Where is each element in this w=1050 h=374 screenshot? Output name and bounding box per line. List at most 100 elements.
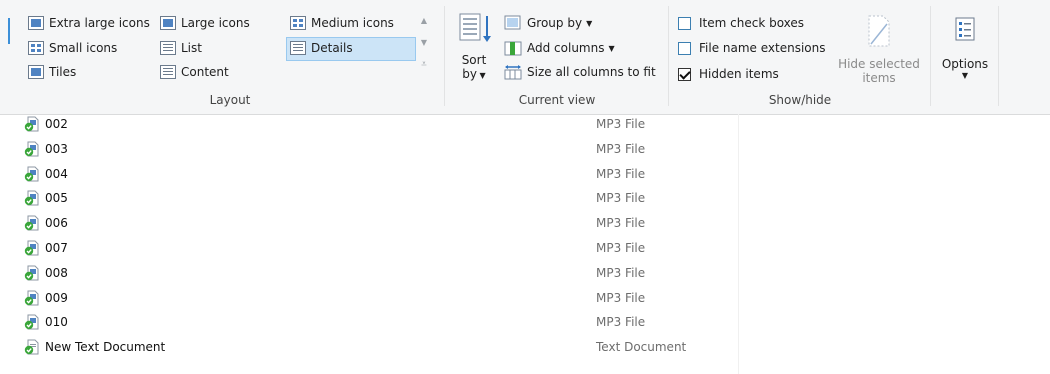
options-icon [955,17,975,41]
file-type: MP3 File [596,290,646,305]
layout-gallery-scroll[interactable]: ▲ ▼ ⩡ [417,10,431,78]
small-icons-label: Small icons [49,41,118,55]
audio-file-sync-icon [24,290,39,306]
layout-tiles[interactable]: Tiles [28,61,76,83]
file-row[interactable]: 002 MP3 File [0,112,740,136]
sort-by-button[interactable]: Sort by ▼ [454,12,494,90]
layout-small-icons[interactable]: Small icons [28,37,117,59]
file-name: 002 [45,117,68,131]
file-type: MP3 File [596,241,646,255]
dropdown-arrow-icon: ▼ [586,18,593,28]
layout-medium-icons[interactable]: Medium icons [290,12,394,34]
file-name: 008 [45,265,68,280]
add-columns-button[interactable]: Add columns ▼ [504,37,615,59]
item-check-boxes-toggle[interactable]: Item check boxes [678,12,804,34]
hide-selected-items-icon [868,15,890,47]
file-row[interactable]: New Text Document Text Document [0,335,740,359]
layout-group-label: Layout [209,93,251,107]
text-file-sync-icon [24,339,39,355]
file-name: 003 [45,141,68,156]
file-type: MP3 File [596,191,646,206]
hide-selected-items-button[interactable]: Hide selected items [834,12,924,90]
scroll-up-icon[interactable]: ▲ [421,10,427,32]
current-view-group-label: Current view [518,93,596,107]
file-type: MP3 File [596,216,646,231]
item-check-boxes-label: Item check boxes [699,16,805,30]
file-name: 006 [45,216,68,231]
file-row[interactable]: 008 MP3 File [0,261,740,285]
list-label: List [181,41,202,55]
dropdown-arrow-icon: ▼ [961,71,969,80]
show-hide-group-label: Show/hide [768,93,832,107]
hidden-items-toggle[interactable]: Hidden items [678,63,779,85]
size-all-columns-label: Size all columns to fit [527,65,656,79]
file-name-extensions-label: File name extensions [699,41,826,55]
extra-large-icons-label: Extra large icons [49,16,150,30]
content-label: Content [181,65,229,79]
file-name-extensions-toggle[interactable]: File name extensions [678,37,826,59]
hidden-items-label: Hidden items [699,67,779,81]
file-type: Text Document [596,340,687,355]
group-by-label: Group by [527,16,583,30]
audio-file-sync-icon [24,166,39,182]
add-columns-icon [504,41,522,56]
audio-file-sync-icon [24,265,39,281]
file-row[interactable]: 005 MP3 File [0,186,740,210]
file-row[interactable]: 006 MP3 File [0,211,740,235]
large-icons-label: Large icons [181,16,250,30]
column-divider [738,114,739,374]
hide-selected-label-line1: Hide selected [838,57,920,71]
file-name: New Text Document [45,340,166,355]
sort-by-label-line2: by ▼ [454,67,494,83]
file-row[interactable]: 007 MP3 File [0,236,740,260]
hide-selected-label-line2: items [862,71,896,85]
layout-list[interactable]: List [160,37,202,59]
medium-icons-label: Medium icons [311,16,394,30]
small-icons-icon [28,41,44,55]
dropdown-arrow-icon: ▼ [477,71,486,80]
file-name: 005 [45,191,68,206]
file-name: 010 [45,315,68,330]
sort-by-icon [459,13,491,42]
file-type: MP3 File [596,315,646,330]
audio-file-sync-icon [24,314,39,330]
hidden-items-checkbox[interactable] [678,67,691,81]
group-divider [998,6,999,106]
audio-file-sync-icon [24,190,39,206]
group-by-button[interactable]: Group by ▼ [504,12,592,34]
file-name: 004 [45,166,68,181]
content-icon [160,65,176,79]
group-divider [444,6,445,106]
file-type: MP3 File [596,141,646,156]
tiles-icon [28,65,44,79]
options-button[interactable]: Options ▼ [934,12,996,90]
scroll-down-icon[interactable]: ▼ [421,32,427,54]
item-check-boxes-checkbox[interactable] [678,16,691,30]
file-name: 007 [45,241,68,255]
file-row[interactable]: 010 MP3 File [0,310,740,334]
size-all-columns-button[interactable]: Size all columns to fit [504,61,656,83]
audio-file-sync-icon [24,240,39,256]
layout-content[interactable]: Content [160,61,229,83]
ribbon-left-accent [8,18,10,44]
medium-icons-icon [290,16,306,30]
details-label: Details [311,41,353,55]
file-row[interactable]: 004 MP3 File [0,162,740,186]
group-divider [668,6,669,106]
gallery-expand-icon[interactable]: ⩡ [421,54,427,76]
audio-file-sync-icon [24,215,39,231]
size-columns-icon [504,65,522,80]
audio-file-sync-icon [24,116,39,132]
file-row[interactable]: 009 MP3 File [0,286,740,310]
file-name-extensions-checkbox[interactable] [678,41,691,55]
dropdown-arrow-icon: ▼ [608,43,615,53]
file-row[interactable]: 003 MP3 File [0,137,740,161]
layout-extra-large-icons[interactable]: Extra large icons [28,12,150,34]
layout-large-icons[interactable]: Large icons [160,12,250,34]
file-type: MP3 File [596,166,646,181]
large-icons-icon [160,16,176,30]
layout-details[interactable]: Details [290,37,353,59]
sort-by-label-line1: Sort [461,53,487,67]
file-list: 002 MP3 File 003 MP3 File 004 MP3 File 005 MP3 … [0,114,1050,374]
audio-file-sync-icon [24,141,39,157]
